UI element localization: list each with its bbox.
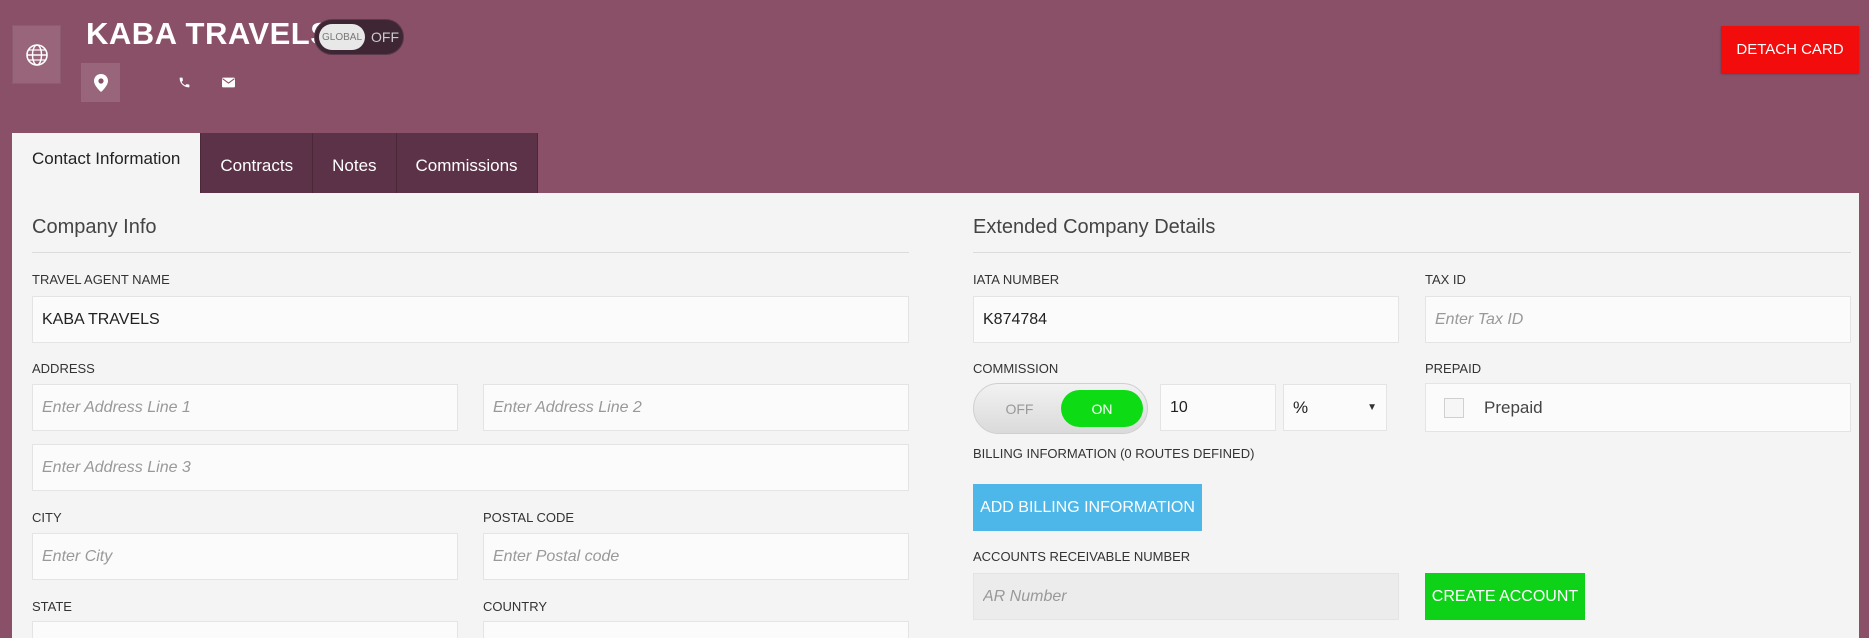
globe-icon	[25, 43, 48, 66]
location-button[interactable]	[81, 63, 120, 102]
extended-details-divider	[973, 252, 1851, 253]
add-billing-information-button[interactable]: ADD BILLING INFORMATION	[973, 484, 1202, 531]
ar-number-field[interactable]	[973, 573, 1399, 620]
prepaid-checkbox[interactable]	[1444, 397, 1464, 418]
billing-information-label: BILLING INFORMATION (0 ROUTES DEFINED)	[973, 446, 1255, 461]
globe-icon-box	[12, 25, 61, 84]
detach-card-button[interactable]: DETACH CARD	[1721, 26, 1859, 73]
iata-number-label: IATA NUMBER	[973, 272, 1060, 287]
commission-toggle-off: OFF	[1005, 400, 1034, 417]
caret-down-icon: ▼	[1367, 402, 1377, 413]
city-field[interactable]	[32, 533, 458, 580]
city-label: CITY	[32, 510, 62, 525]
tab-commissions[interactable]: Commissions	[396, 133, 538, 193]
company-info-title: Company Info	[32, 216, 157, 238]
iata-number-field[interactable]	[973, 296, 1399, 343]
address-label: ADDRESS	[32, 361, 95, 376]
tax-id-field[interactable]	[1425, 296, 1851, 343]
travel-agent-name-field[interactable]	[32, 296, 909, 343]
accounts-receivable-label: ACCOUNTS RECEIVABLE NUMBER	[973, 549, 1191, 564]
prepaid-label: PREPAID	[1425, 361, 1482, 376]
global-toggle-knob: GLOBAL	[319, 24, 365, 50]
travel-agent-name-label: TRAVEL AGENT NAME	[32, 272, 170, 287]
country-label: COUNTRY	[483, 599, 548, 614]
postal-code-field[interactable]	[483, 533, 909, 580]
map-pin-icon	[93, 73, 108, 92]
extended-details-title: Extended Company Details	[973, 216, 1216, 238]
address-line-2-field[interactable]	[483, 384, 909, 431]
postal-code-label: POSTAL CODE	[483, 510, 575, 525]
global-toggle-state: OFF	[371, 29, 399, 45]
commission-toggle-on: ON	[1060, 390, 1143, 427]
company-info-divider	[32, 252, 909, 253]
tax-id-label: TAX ID	[1425, 272, 1466, 287]
commission-value-field[interactable]	[1160, 384, 1276, 431]
prepaid-checkbox-label: Prepaid	[1484, 397, 1543, 417]
company-title: KABA TRAVELS	[86, 16, 332, 51]
commission-toggle[interactable]: OFF ON	[973, 383, 1148, 434]
tab-bar: Contact Information Contracts Notes Comm…	[12, 133, 538, 193]
address-line-3-field[interactable]	[32, 444, 909, 491]
commission-unit-select[interactable]: % ▼	[1283, 384, 1387, 431]
tab-contact-information[interactable]: Contact Information	[12, 133, 202, 193]
state-field[interactable]	[32, 621, 458, 638]
tab-contracts[interactable]: Contracts	[201, 133, 314, 193]
address-line-1-field[interactable]	[32, 384, 458, 431]
phone-icon[interactable]	[178, 76, 191, 89]
prepaid-checkbox-row[interactable]: Prepaid	[1425, 383, 1851, 432]
commission-unit-value: %	[1293, 397, 1309, 417]
tab-notes[interactable]: Notes	[313, 133, 397, 193]
commission-label: COMMISSION	[973, 361, 1059, 376]
contact-info-panel: Company Info TRAVEL AGENT NAME ADDRESS C…	[12, 193, 1859, 638]
mail-icon[interactable]	[222, 77, 235, 88]
create-account-button[interactable]: CREATE ACCOUNT	[1425, 573, 1585, 620]
country-field[interactable]	[483, 621, 909, 638]
state-label: STATE	[32, 599, 72, 614]
global-toggle[interactable]: GLOBAL OFF	[314, 19, 404, 55]
